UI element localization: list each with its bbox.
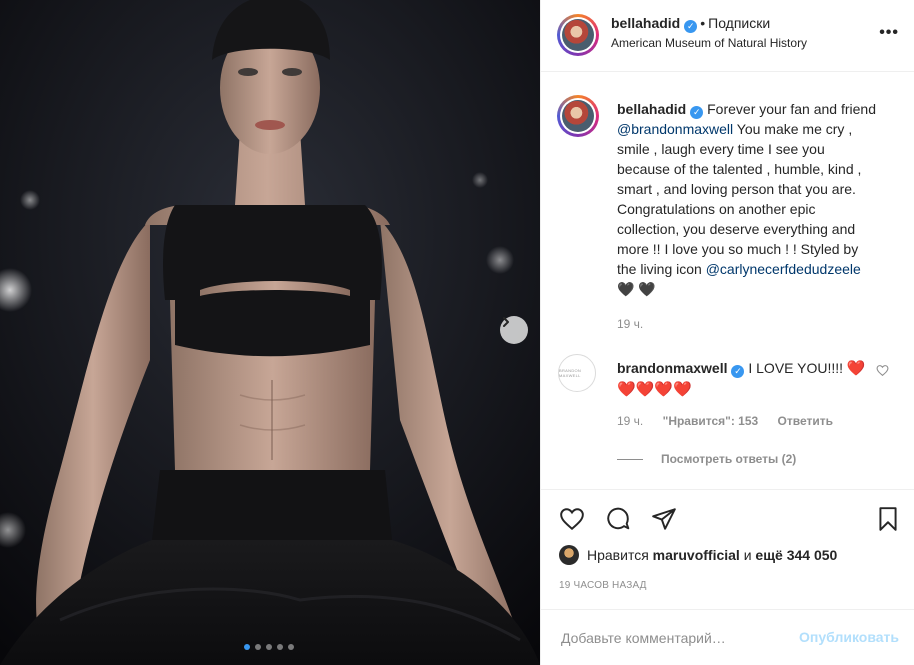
caption-time: 19 ч. <box>617 317 644 331</box>
likes-prefix: Нравится <box>587 547 649 563</box>
comment-time: 19 ч. <box>617 414 644 428</box>
chevron-right-icon <box>503 317 509 327</box>
publish-button[interactable]: Опубликовать <box>799 629 899 645</box>
commenter-avatar[interactable]: BRANDON MAXWELL <box>558 354 596 392</box>
author-avatar[interactable] <box>557 14 599 56</box>
likes-count[interactable]: ещё 344 050 <box>755 547 837 563</box>
share-paper-plane-icon[interactable] <box>651 506 677 537</box>
avatar-image <box>562 100 594 132</box>
mention-link[interactable]: @brandonmaxwell <box>617 121 733 137</box>
black-heart-emoji: 🖤 🖤 <box>617 281 656 297</box>
post-photo[interactable] <box>0 0 540 665</box>
next-photo-button[interactable] <box>500 316 528 344</box>
separator-dot: • <box>700 15 706 31</box>
carousel-dot <box>277 644 283 650</box>
avatar-image <box>562 19 594 51</box>
liker-username[interactable]: maruvofficial <box>653 547 740 563</box>
following-button[interactable]: Подписки <box>708 15 770 31</box>
carousel-dot <box>266 644 272 650</box>
add-comment-bar: Опубликовать <box>541 609 914 665</box>
carousel-dot <box>244 644 250 650</box>
like-heart-icon[interactable] <box>559 506 585 537</box>
view-replies-button[interactable]: Посмотреть ответы (2) <box>661 452 796 466</box>
liker-avatar[interactable] <box>559 545 579 565</box>
comment-meta: 19 ч. "Нравится": 153 Ответить <box>617 414 833 428</box>
post-header: bellahadid ✓ • Подписки American Museum of … <box>541 0 914 72</box>
caption: bellahadid ✓ Forever your fan and friend … <box>617 99 879 299</box>
view-replies[interactable]: Посмотреть ответы (2) <box>617 452 796 466</box>
replies-divider <box>617 458 643 460</box>
carousel-indicator <box>244 644 294 650</box>
mention-link[interactable]: @carlynecerfdedudzeele <box>706 261 861 277</box>
comment-body: brandonmaxwell ✓ I LOVE YOU!!!! ❤️❤️❤️❤️❤… <box>617 358 867 400</box>
comment-input[interactable] <box>559 626 783 650</box>
carousel-dot <box>288 644 294 650</box>
action-bar <box>541 500 914 540</box>
commenter-username[interactable]: brandonmaxwell <box>617 360 727 376</box>
reply-button[interactable]: Ответить <box>778 414 833 428</box>
caption-text-part: Forever your fan and friend <box>707 101 876 117</box>
post-location[interactable]: American Museum of Natural History <box>611 36 807 50</box>
post-details-panel: bellahadid ✓ • Подписки American Museum of … <box>540 0 914 665</box>
caption-text-part: You make me cry , smile , laugh every ti… <box>617 121 862 277</box>
more-options-icon[interactable]: ••• <box>879 24 899 42</box>
verified-badge-icon: ✓ <box>731 365 745 378</box>
caption-username[interactable]: bellahadid <box>617 101 686 117</box>
runway-photo <box>0 0 540 665</box>
likes-summary[interactable]: Нравится maruvofficial и ещё 344 050 <box>559 545 837 565</box>
carousel-dot <box>255 644 261 650</box>
verified-badge-icon: ✓ <box>684 20 698 33</box>
comment-bubble-icon[interactable] <box>605 506 631 537</box>
comments-section[interactable]: bellahadid ✓ Forever your fan and friend … <box>541 72 914 490</box>
verified-badge-icon: ✓ <box>690 106 704 119</box>
comment-text: I LOVE YOU!!!! <box>748 360 844 376</box>
comment-likes-count[interactable]: "Нравится": 153 <box>663 414 759 428</box>
bookmark-save-icon[interactable] <box>875 506 901 537</box>
post-timestamp[interactable]: 19 ЧАСОВ НАЗАД <box>559 580 647 591</box>
author-username[interactable]: bellahadid <box>611 15 680 31</box>
likes-middle: и <box>743 547 752 563</box>
like-comment-heart-icon[interactable] <box>876 364 889 382</box>
caption-author-avatar[interactable] <box>557 95 599 137</box>
